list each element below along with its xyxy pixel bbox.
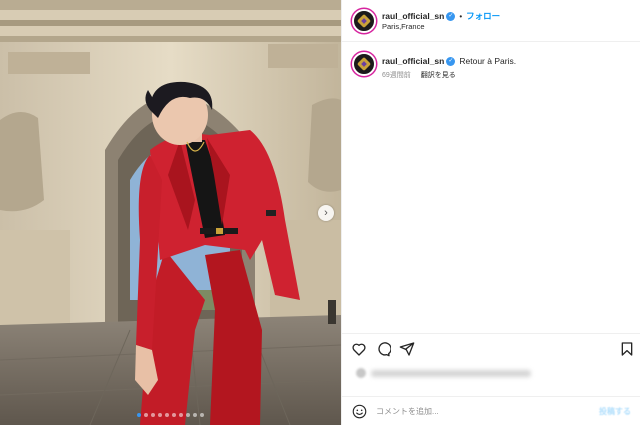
carousel-dot [144,413,148,417]
caption-text: Retour à Paris. [459,56,517,66]
emoji-icon[interactable] [352,404,367,419]
separator-dot: • [459,11,463,21]
caption-meta: 69週間前 翻訳を見る [382,70,456,80]
verified-badge-icon: ✓ [446,56,456,66]
post-comment-button[interactable]: 投稿する [599,406,631,417]
carousel-indicator [0,413,341,417]
save-button[interactable] [618,340,636,358]
post-header: raul_official_sn ✓ • フォロー Paris,France [342,0,640,42]
carousel-dot [193,413,197,417]
comment-button[interactable] [374,340,392,358]
carousel-dot [186,413,190,417]
verified-badge-icon: ✓ [446,11,456,21]
carousel-dot [179,413,183,417]
comment-icon [378,342,391,357]
bookmark-icon [621,342,633,356]
post-timestamp[interactable]: 69週間前 [382,72,411,79]
comment-input[interactable] [376,404,586,419]
chevron-right-icon: › [324,206,328,219]
heart-icon [352,343,366,356]
carousel-next-button[interactable]: › [318,205,334,221]
likes-summary-blurred [356,366,556,380]
translate-link[interactable]: 翻訳を見る [421,72,456,79]
carousel-dot [200,413,204,417]
carousel-dot [172,413,176,417]
share-button[interactable] [398,340,416,358]
carousel-dot [165,413,169,417]
liker-avatar [356,368,366,378]
post-image[interactable]: › [0,0,341,425]
like-button[interactable] [350,340,368,358]
action-bar [342,333,640,363]
location-link[interactable]: Paris,France [382,22,425,31]
avatar[interactable] [352,52,376,76]
post-photo-illustration [0,0,341,425]
avatar[interactable] [352,9,376,33]
likes-text-redacted [371,369,531,377]
header-user-row: raul_official_sn ✓ • フォロー [382,10,500,22]
username-link[interactable]: raul_official_sn [382,11,444,21]
carousel-dot [151,413,155,417]
share-icon [399,342,415,356]
carousel-dot [137,413,141,417]
post-side-panel: raul_official_sn ✓ • フォロー Paris,France r… [341,0,640,425]
caption-line: raul_official_sn ✓ Retour à Paris. [382,56,516,66]
caption-username-link[interactable]: raul_official_sn [382,56,444,66]
comment-composer: 投稿する [342,396,640,425]
carousel-dot [158,413,162,417]
follow-button[interactable]: フォロー [466,10,500,22]
